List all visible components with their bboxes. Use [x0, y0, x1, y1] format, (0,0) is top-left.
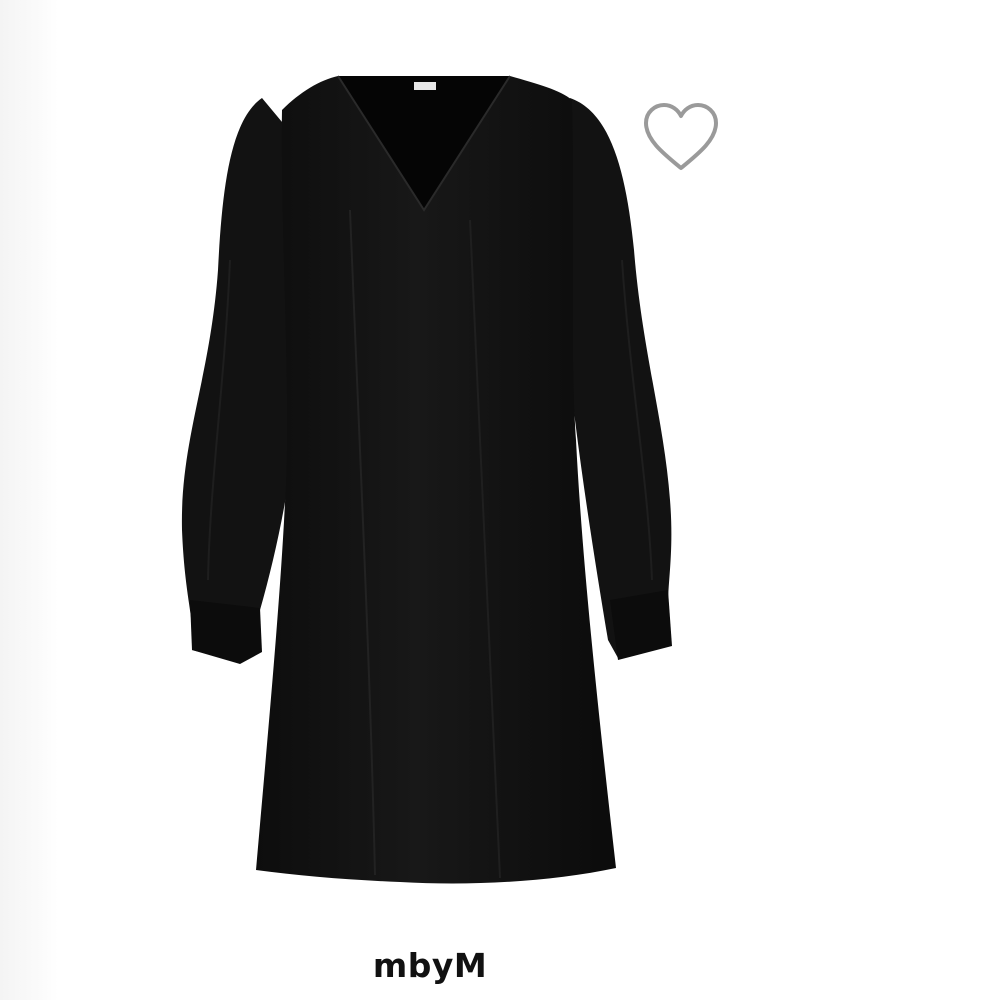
neck-label-tag [414, 82, 436, 90]
brand-name-label[interactable]: mbyM [0, 946, 860, 985]
heart-outline-icon[interactable] [640, 100, 722, 176]
dress-left-cuff [190, 600, 262, 664]
product-image[interactable] [170, 60, 690, 890]
image-edge-shadow [0, 0, 58, 1000]
dress-body [256, 76, 616, 884]
product-card: mbyM [0, 0, 1000, 1000]
dress-right-cuff [610, 590, 672, 660]
